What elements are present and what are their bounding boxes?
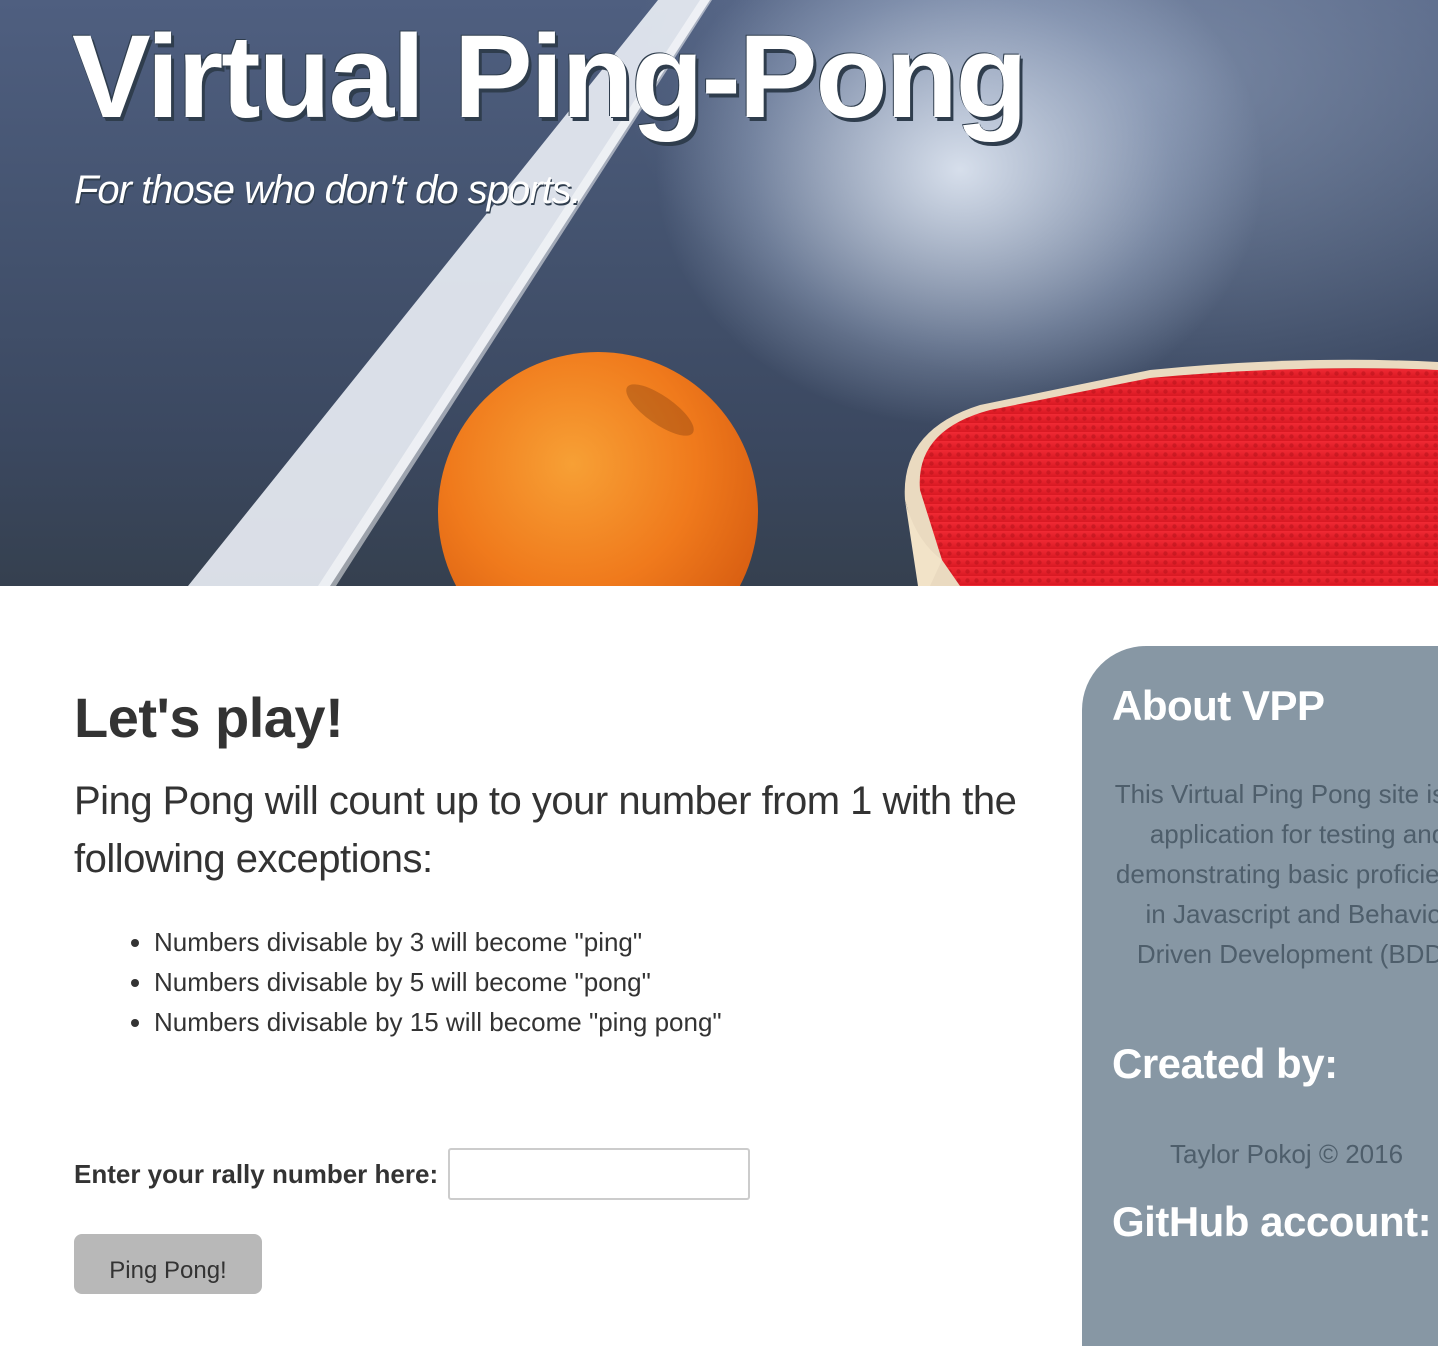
about-sidebar: About VPP This Virtual Ping Pong site is… bbox=[1082, 646, 1438, 1346]
rules-list: Numbers divisable by 3 will become "ping… bbox=[74, 922, 1034, 1042]
rally-number-input[interactable] bbox=[448, 1148, 751, 1200]
list-item: Numbers divisable by 5 will become "pong… bbox=[154, 962, 1034, 1002]
page-heading: Let's play! bbox=[74, 686, 344, 749]
rally-input-label: Enter your rally number here: bbox=[74, 1158, 439, 1189]
site-tagline: For those who don't do sports. bbox=[74, 168, 582, 212]
hero-banner: Virtual Ping-Pong For those who don't do… bbox=[0, 0, 1438, 586]
list-item: Numbers divisable by 15 will become "pin… bbox=[154, 1002, 1034, 1042]
ping-pong-ball-image bbox=[438, 352, 758, 586]
list-item: Numbers divisable by 3 will become "ping… bbox=[154, 922, 1034, 962]
about-heading: About VPP bbox=[1112, 682, 1325, 729]
rally-form: Enter your rally number here: bbox=[74, 1148, 751, 1200]
github-heading: GitHub account: bbox=[1112, 1198, 1432, 1245]
ping-pong-button[interactable]: Ping Pong! bbox=[74, 1234, 262, 1294]
created-by-heading: Created by: bbox=[1112, 1040, 1338, 1087]
about-text: This Virtual Ping Pong site is an applic… bbox=[1114, 779, 1438, 969]
site-title: Virtual Ping-Pong bbox=[72, 11, 1028, 143]
main-content: Let's play! Ping Pong will count up to y… bbox=[74, 680, 1034, 1042]
intro-text: Ping Pong will count up to your number f… bbox=[74, 779, 1017, 881]
author-credit: Taylor Pokoj © 2016 bbox=[1170, 1139, 1404, 1169]
